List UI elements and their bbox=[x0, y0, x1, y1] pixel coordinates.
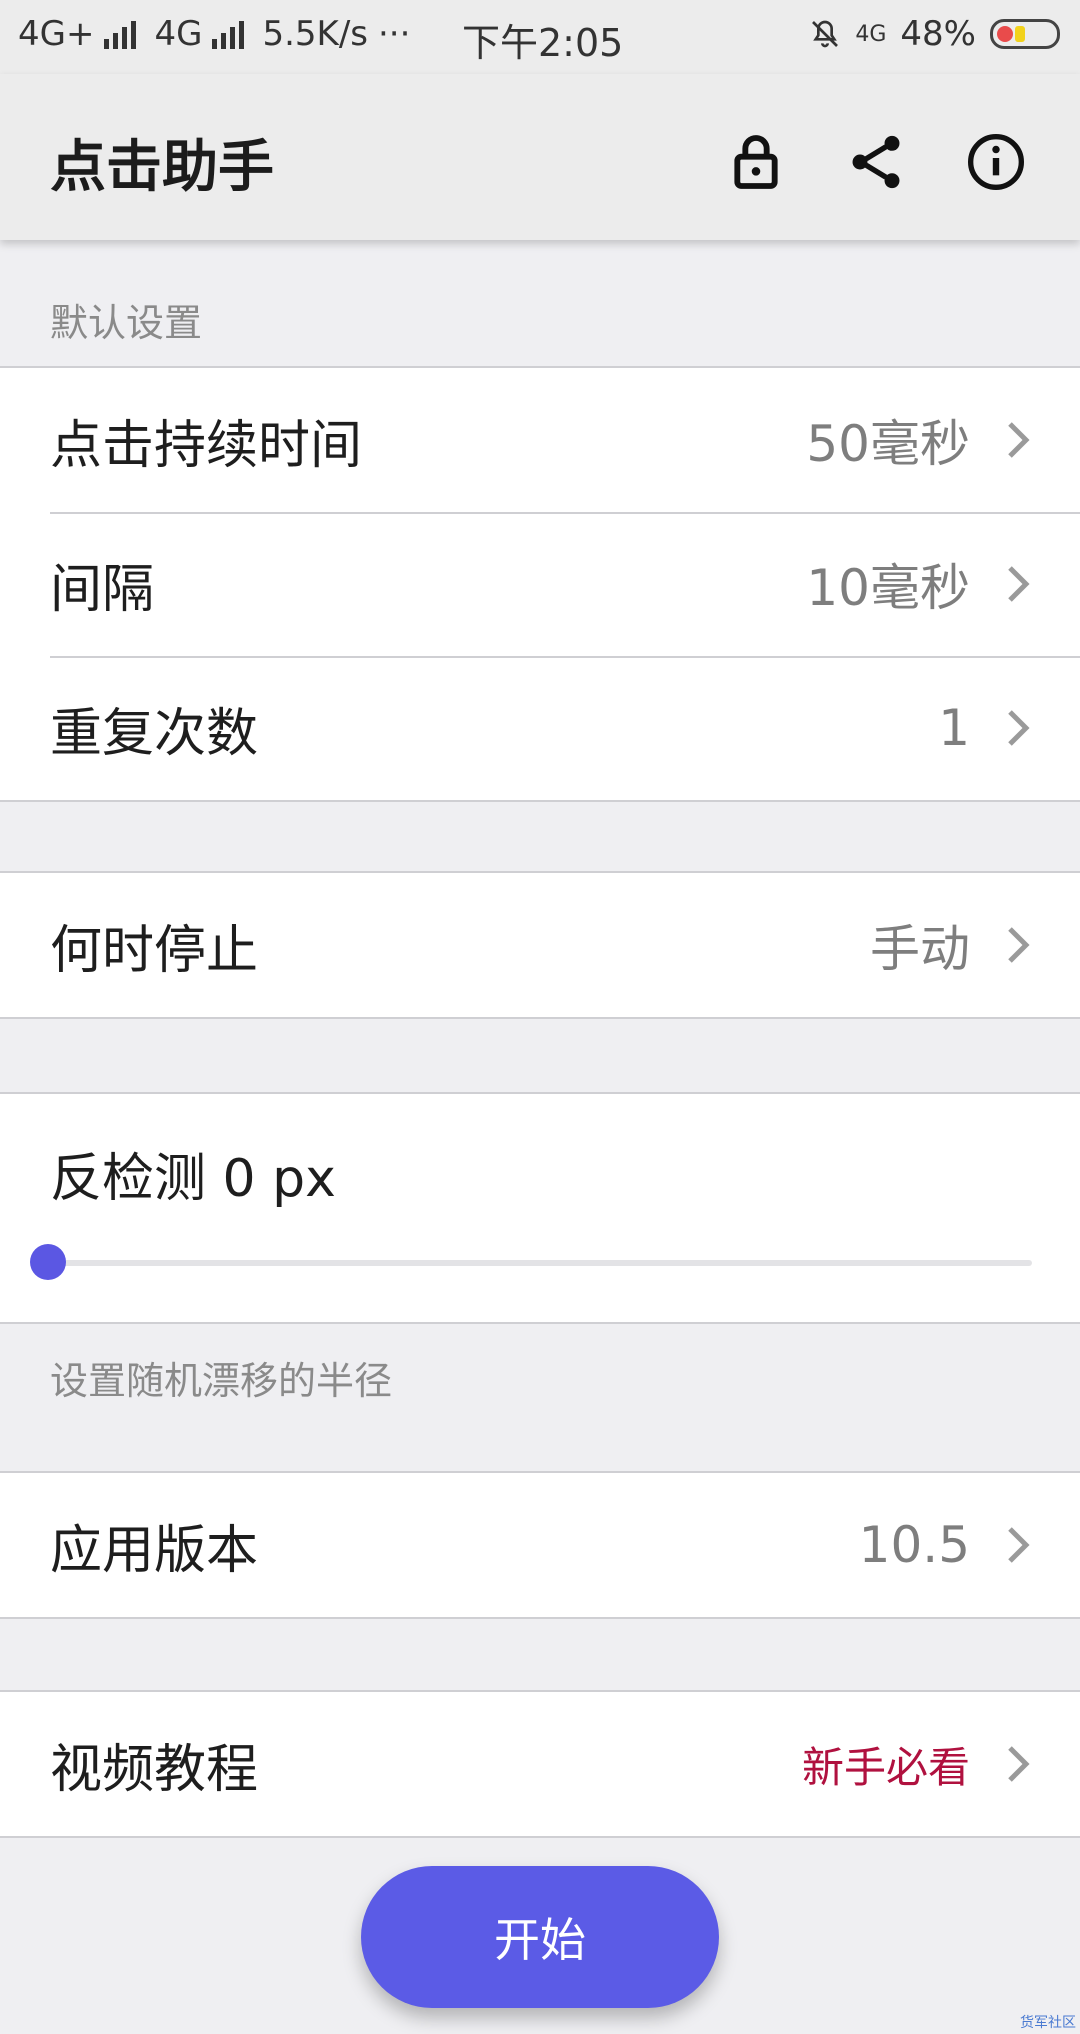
row-value: 50毫秒 bbox=[806, 415, 970, 473]
chevron-right-icon bbox=[1008, 566, 1030, 602]
chevron-right-icon bbox=[1008, 927, 1030, 963]
row-interval[interactable]: 间隔 10毫秒 bbox=[0, 512, 1080, 656]
anti-detect-label: 反检测 0 px bbox=[50, 1149, 336, 1209]
stop-card: 何时停止 手动 bbox=[0, 871, 1080, 1019]
default-settings-card: 点击持续时间 50毫秒 间隔 10毫秒 重复次数 1 bbox=[0, 366, 1080, 802]
anti-detect-card: 反检测 0 px bbox=[0, 1092, 1080, 1324]
row-value: 10毫秒 bbox=[806, 559, 970, 617]
row-label: 何时停止 bbox=[50, 920, 259, 981]
row-value: 1 bbox=[938, 699, 970, 757]
network-type-2: 4G bbox=[154, 14, 203, 54]
anti-detect-helper: 设置随机漂移的半径 bbox=[50, 1359, 393, 1403]
row-label: 应用版本 bbox=[50, 1520, 259, 1581]
row-value: 10.5 bbox=[858, 1516, 970, 1574]
row-click-duration[interactable]: 点击持续时间 50毫秒 bbox=[0, 368, 1080, 512]
version-card: 应用版本 10.5 bbox=[0, 1471, 1080, 1619]
chevron-right-icon bbox=[1008, 1527, 1030, 1563]
battery-icon bbox=[990, 19, 1060, 49]
slider-thumb[interactable] bbox=[30, 1244, 66, 1280]
row-label: 重复次数 bbox=[50, 703, 259, 764]
row-label: 点击持续时间 bbox=[50, 415, 363, 476]
watermark: 货军社区 bbox=[1020, 2015, 1076, 2031]
network-type-1: 4G+ bbox=[18, 14, 95, 54]
battery-percent: 48% bbox=[900, 14, 976, 54]
slider-track[interactable] bbox=[48, 1260, 1032, 1266]
chevron-right-icon bbox=[1008, 710, 1030, 746]
share-icon[interactable] bbox=[844, 130, 908, 194]
app-bar: 点击助手 bbox=[0, 74, 1080, 240]
lock-icon[interactable] bbox=[724, 130, 788, 194]
app-title: 点击助手 bbox=[50, 135, 274, 200]
row-repeat-count[interactable]: 重复次数 1 bbox=[0, 656, 1080, 800]
row-app-version[interactable]: 应用版本 10.5 bbox=[0, 1473, 1080, 1617]
network-small: 4G bbox=[855, 21, 887, 47]
signal-icon bbox=[104, 19, 137, 49]
row-video-tutorial[interactable]: 视频教程 新手必看 bbox=[0, 1692, 1080, 1836]
clock: 下午2:05 bbox=[462, 21, 624, 65]
mute-bell-icon bbox=[812, 20, 839, 48]
more-dots: ··· bbox=[378, 14, 411, 54]
chevron-right-icon bbox=[1008, 1746, 1030, 1782]
section-header-default: 默认设置 bbox=[50, 301, 203, 345]
status-bar: 4G+ 4G 5.5K/s ··· 下午2:05 4G 48% bbox=[0, 0, 1080, 74]
signal-icon-2 bbox=[212, 19, 245, 49]
start-button[interactable]: 开始 bbox=[361, 1866, 719, 2008]
row-value-badge: 新手必看 bbox=[801, 1742, 970, 1792]
row-label: 视频教程 bbox=[50, 1739, 259, 1800]
row-when-stop[interactable]: 何时停止 手动 bbox=[0, 873, 1080, 1017]
info-icon[interactable] bbox=[964, 130, 1028, 194]
net-speed: 5.5K/s bbox=[262, 14, 368, 54]
chevron-right-icon bbox=[1008, 422, 1030, 458]
row-label: 间隔 bbox=[50, 559, 155, 620]
video-card: 视频教程 新手必看 bbox=[0, 1690, 1080, 1838]
row-value: 手动 bbox=[870, 920, 970, 978]
